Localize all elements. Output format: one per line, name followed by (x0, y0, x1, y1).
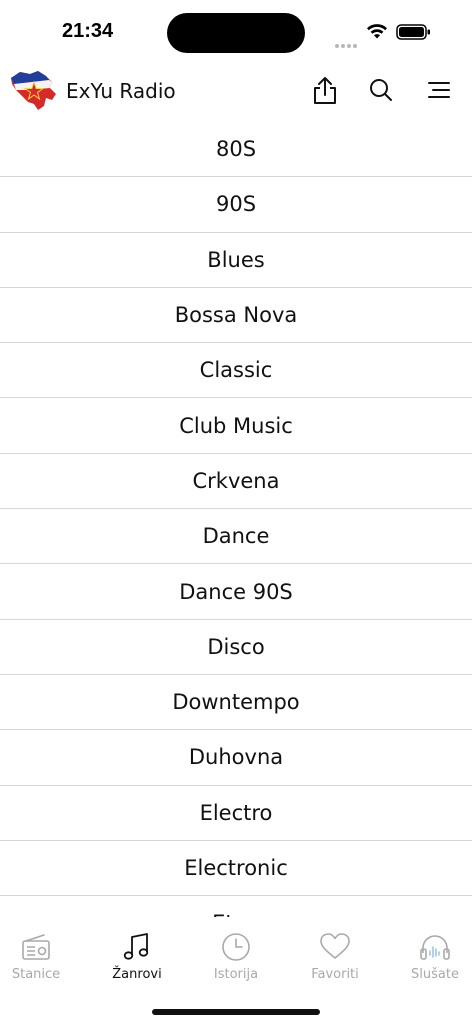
genre-row[interactable]: Electro (0, 786, 472, 841)
cellular-signal-icon (335, 35, 359, 48)
tab-stanice[interactable]: Stanice (0, 931, 83, 987)
share-button[interactable] (310, 74, 340, 106)
music-note-icon (123, 933, 149, 960)
genre-row[interactable]: Dance (0, 509, 472, 565)
tab-label: Favoriti (311, 967, 359, 982)
tab-favoriti[interactable]: Favoriti (288, 931, 382, 987)
headphones-icon (420, 935, 450, 960)
genre-row[interactable]: Dance 90S (0, 564, 472, 620)
status-bar: 21:34 (0, 0, 472, 60)
search-button[interactable] (366, 74, 396, 106)
genre-row[interactable]: Duhovna (0, 730, 472, 786)
genre-row[interactable]: Electronic (0, 841, 472, 897)
genre-row[interactable]: Bossa Nova (0, 288, 472, 344)
genre-row[interactable]: Etno (0, 896, 472, 917)
genre-row[interactable]: Disco (0, 620, 472, 675)
tab-label: Stanice (11, 967, 61, 982)
genre-row[interactable]: 80S (0, 122, 472, 178)
status-time: 21:34 (62, 20, 114, 42)
heart-icon (320, 933, 350, 959)
genre-row[interactable]: Blues (0, 233, 472, 288)
menu-icon (428, 82, 450, 98)
genre-row[interactable]: 90S (0, 177, 472, 233)
app-title: ExYu Radio (66, 79, 176, 103)
clock-icon (222, 933, 250, 961)
search-icon (370, 79, 392, 101)
tab-zanrovi[interactable]: Žanrovi (90, 931, 184, 987)
tab-bar: Stanice Žanrovi Istorija Favoriti Slušat… (0, 917, 472, 1024)
wifi-icon (367, 24, 387, 39)
battery-icon (396, 24, 430, 40)
share-icon (314, 77, 336, 104)
menu-button[interactable] (424, 74, 454, 106)
tab-label: Žanrovi (112, 967, 162, 982)
genre-row[interactable]: Downtempo (0, 675, 472, 731)
home-indicator[interactable] (152, 1009, 320, 1015)
genre-row[interactable]: Club Music (0, 398, 472, 454)
dynamic-island (167, 13, 305, 53)
genre-row[interactable]: Classic (0, 343, 472, 399)
tab-label: Istorija (213, 967, 259, 982)
genre-row[interactable]: Crkvena (0, 454, 472, 510)
tab-label: Slušate (411, 967, 459, 982)
app-header: ExYu Radio (0, 60, 472, 122)
app-logo (11, 71, 56, 110)
tab-istorija[interactable]: Istorija (189, 931, 283, 987)
tab-slusate[interactable]: Slušate (388, 931, 472, 987)
radio-icon (22, 934, 50, 960)
genre-list: 80S 90S Blues Bossa Nova Classic Club Music Cr… (0, 122, 472, 917)
